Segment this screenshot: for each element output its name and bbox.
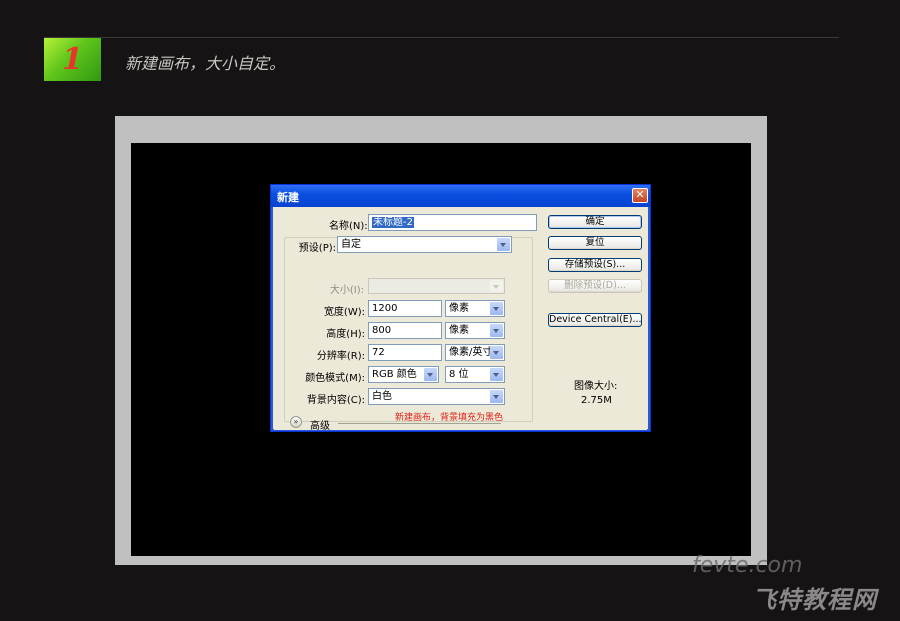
- preset-value: 自定: [341, 239, 361, 250]
- background-value: 白色: [372, 391, 392, 402]
- width-input[interactable]: 1200: [368, 300, 442, 317]
- height-label: 高度(H):: [326, 329, 365, 340]
- chevron-down-icon: [490, 280, 503, 292]
- preset-select[interactable]: 自定: [337, 236, 512, 253]
- width-unit: 像素: [449, 303, 469, 314]
- reset-button[interactable]: 复位: [548, 236, 642, 250]
- width-value: 1200: [372, 303, 398, 314]
- width-unit-select[interactable]: 像素: [445, 300, 505, 317]
- height-unit: 像素: [449, 325, 469, 336]
- name-input[interactable]: 未标题-2: [368, 214, 537, 231]
- device-central-button[interactable]: Device Central(E)...: [548, 313, 642, 327]
- expand-advanced-icon[interactable]: »: [290, 416, 302, 428]
- bit-depth-select[interactable]: 8 位: [445, 366, 505, 383]
- bit-depth-value: 8 位: [449, 369, 469, 380]
- dialog-titlebar[interactable]: 新建 ✕: [271, 185, 650, 207]
- resolution-input[interactable]: 72: [368, 344, 442, 361]
- red-annotation: 新建画布，背景填充为黑色: [395, 413, 504, 423]
- background-select[interactable]: 白色: [368, 388, 505, 405]
- height-unit-select[interactable]: 像素: [445, 322, 505, 339]
- background-label: 背景内容(C):: [306, 395, 365, 406]
- watermark-domain: fevte.com: [692, 553, 803, 578]
- close-icon[interactable]: ✕: [632, 188, 648, 203]
- resolution-value: 72: [372, 347, 385, 358]
- color-mode-value: RGB 颜色: [372, 369, 417, 380]
- delete-preset-button[interactable]: 删除预设(D)...: [548, 279, 642, 293]
- height-input[interactable]: 800: [368, 322, 442, 339]
- resolution-unit-select[interactable]: 像素/英寸: [445, 344, 505, 361]
- header-divider: [44, 37, 839, 38]
- step-number-badge: 1: [44, 38, 101, 81]
- advanced-divider: [338, 423, 501, 424]
- image-size-value: 2.75M: [581, 395, 612, 406]
- chevron-down-icon: [490, 368, 503, 381]
- width-label: 宽度(W):: [323, 307, 365, 318]
- step-caption: 新建画布，大小自定。: [125, 54, 286, 73]
- height-value: 800: [372, 325, 392, 336]
- chevron-down-icon: [490, 390, 503, 403]
- image-size-label: 图像大小:: [574, 381, 618, 392]
- dialog-title: 新建: [277, 191, 299, 204]
- resolution-label: 分辨率(R):: [316, 351, 365, 362]
- chevron-down-icon: [490, 346, 503, 359]
- preset-label: 预设(P):: [294, 239, 336, 254]
- resolution-unit: 像素/英寸: [449, 347, 493, 358]
- ok-button[interactable]: 确定: [548, 215, 642, 229]
- save-preset-button[interactable]: 存储预设(S)...: [548, 258, 642, 272]
- size-label: 大小(I):: [329, 285, 364, 296]
- new-document-dialog: 新建 ✕ 名称(N): 未标题-2 预设(P): 自定 大小(I): 宽度(W)…: [270, 184, 651, 432]
- chevron-down-icon: [424, 368, 437, 381]
- watermark-site-name: 飞特教程网: [752, 586, 877, 614]
- step-number: 1: [62, 42, 83, 77]
- color-mode-label: 颜色模式(M):: [305, 373, 365, 384]
- name-label: 名称(N):: [329, 221, 368, 232]
- size-select[interactable]: [368, 278, 505, 294]
- name-value: 未标题-2: [372, 217, 414, 228]
- color-mode-select[interactable]: RGB 颜色: [368, 366, 439, 383]
- chevron-down-icon: [490, 302, 503, 315]
- advanced-label[interactable]: 高级: [310, 417, 330, 432]
- dialog-body: 名称(N): 未标题-2 预设(P): 自定 大小(I): 宽度(W): 120…: [274, 207, 647, 432]
- chevron-down-icon: [490, 324, 503, 337]
- chevron-down-icon: [497, 238, 510, 251]
